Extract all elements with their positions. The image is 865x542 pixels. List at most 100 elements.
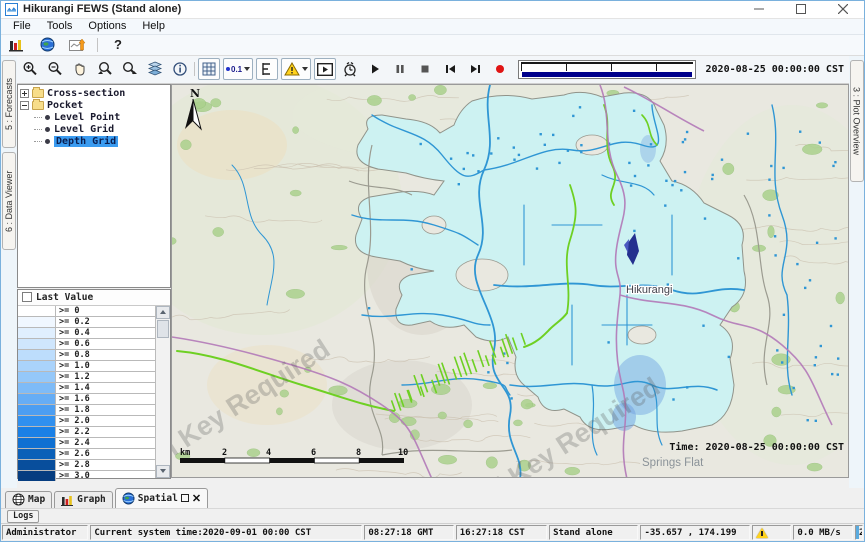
animation-settings-button[interactable] — [339, 58, 361, 80]
pan-button[interactable] — [69, 58, 91, 80]
legend-label: >= 2.6 — [56, 449, 90, 459]
zoom-in-button[interactable] — [19, 58, 41, 80]
legend-label: >= 1.8 — [56, 405, 90, 415]
tree-item-label: Level Point — [54, 112, 120, 123]
svg-text:2: 2 — [222, 448, 227, 458]
stop-icon — [419, 63, 431, 75]
warning-icon — [756, 528, 768, 538]
scroll-thumb[interactable] — [157, 320, 169, 338]
menu-options[interactable]: Options — [80, 20, 134, 32]
legend-row[interactable]: >= 1.0 — [18, 361, 155, 372]
scroll-up-button[interactable] — [156, 306, 170, 319]
layers-button[interactable] — [144, 58, 166, 80]
maximize-button[interactable] — [780, 1, 822, 18]
tree-item-level-point[interactable]: Level Point — [20, 112, 168, 124]
legend-swatch — [18, 449, 56, 459]
expand-icon[interactable] — [20, 89, 29, 98]
legend-swatch — [18, 306, 56, 316]
pause-button[interactable] — [389, 58, 411, 80]
zoom-in-icon — [22, 61, 38, 77]
legend-row[interactable]: >= 2.0 — [18, 416, 155, 427]
database-button[interactable] — [7, 36, 27, 54]
first-frame-button[interactable] — [439, 58, 461, 80]
legend-label: >= 2.0 — [56, 416, 90, 426]
last-value-checkbox[interactable] — [22, 292, 32, 302]
stop-button[interactable] — [414, 58, 436, 80]
tab-forecasts[interactable]: 5 : Forecasts — [2, 60, 16, 148]
map-view[interactable]: API Key Required API Key Required Hikura… — [171, 84, 849, 478]
minimize-button[interactable] — [738, 1, 780, 18]
tree-item-pocket[interactable]: Pocket — [20, 100, 168, 112]
logs-button[interactable]: Logs — [7, 510, 39, 523]
zoom-previous-button[interactable] — [94, 58, 116, 80]
play-button[interactable] — [364, 58, 386, 80]
animation-export-button[interactable] — [314, 58, 336, 80]
zoom-out-button[interactable] — [44, 58, 66, 80]
record-button[interactable] — [489, 58, 511, 80]
info-button[interactable] — [169, 58, 191, 80]
legend-row[interactable]: >= 1.8 — [18, 405, 155, 416]
legend-swatch — [18, 339, 56, 349]
tab-close-icon[interactable]: ✕ — [192, 492, 201, 505]
legend-row[interactable]: >= 2.2 — [18, 427, 155, 438]
tree-item-label: Pocket — [47, 100, 83, 111]
skip-to-start-icon — [444, 63, 457, 75]
legend-swatch — [18, 328, 56, 338]
legend-swatch — [18, 438, 56, 448]
collapse-icon[interactable] — [20, 101, 29, 110]
menu-help[interactable]: Help — [134, 20, 173, 32]
tree-item-level-grid[interactable]: Level Grid — [20, 124, 168, 136]
last-frame-button[interactable] — [464, 58, 486, 80]
legend-row[interactable]: >= 0.6 — [18, 339, 155, 350]
legend-row[interactable]: >= 0.2 — [18, 317, 155, 328]
current-time-display: 2020-08-25 00:00:00 CST — [703, 64, 847, 75]
scale-bar-toggle-button[interactable] — [256, 58, 278, 80]
info-icon — [172, 61, 188, 77]
menu-file[interactable]: File — [5, 20, 39, 32]
legend-row[interactable]: >= 1.2 — [18, 372, 155, 383]
map-canvas[interactable]: API Key Required API Key Required Hikura… — [172, 85, 849, 478]
legend-panel: Last Value >= 0 >= 0.2 >= 0.4 >= 0.6 >= … — [17, 289, 171, 479]
menu-tools[interactable]: Tools — [39, 20, 81, 32]
legend-row[interactable]: >= 0.8 — [18, 350, 155, 361]
zoom-next-button[interactable] — [119, 58, 141, 80]
timer-icon — [342, 61, 358, 77]
class-interval-dropdown[interactable]: 0.1 — [223, 58, 253, 80]
close-button[interactable] — [822, 1, 864, 18]
legend-row[interactable]: >= 1.4 — [18, 383, 155, 394]
tab-map[interactable]: Map — [5, 491, 52, 508]
legend-row[interactable]: >= 1.6 — [18, 394, 155, 405]
legend-row[interactable]: >= 2.8 — [18, 460, 155, 471]
legend-scrollbar[interactable] — [156, 306, 170, 478]
help-button[interactable]: ? — [108, 36, 128, 54]
tree-item-depth-grid[interactable]: Depth Grid — [20, 136, 168, 148]
timeseries-chart-icon — [69, 38, 86, 52]
tree-item-label: Level Grid — [54, 124, 114, 135]
tree-item-cross-section[interactable]: Cross-section — [20, 88, 168, 100]
tab-maximize-icon[interactable] — [181, 494, 189, 502]
scroll-track[interactable] — [156, 319, 170, 465]
time-slider[interactable] — [518, 60, 695, 79]
legend-row[interactable]: >= 2.6 — [18, 449, 155, 460]
tab-graph[interactable]: Graph — [54, 491, 113, 508]
legend-row[interactable]: >= 2.4 — [18, 438, 155, 449]
time-slider-ticks — [521, 62, 692, 71]
legend-row[interactable]: >= 0 — [18, 306, 155, 317]
tab-plot-overview[interactable]: 3 : Plot Overview — [850, 60, 864, 182]
time-slider-range-bar[interactable] — [522, 72, 691, 77]
map-display-button[interactable] — [37, 36, 57, 54]
tab-spatial[interactable]: Spatial ✕ — [115, 488, 208, 508]
warnings-dropdown[interactable] — [281, 58, 311, 80]
scroll-down-button[interactable] — [156, 465, 170, 478]
status-warning-cell[interactable] — [752, 525, 792, 540]
tab-graph-label: Graph — [77, 494, 106, 505]
legend-label: >= 2.8 — [56, 460, 90, 470]
zoom-previous-icon — [97, 61, 113, 77]
legend-row[interactable]: >= 0.4 — [18, 328, 155, 339]
grid-toggle-button[interactable] — [198, 58, 220, 80]
title-bar: Hikurangi FEWS (Stand alone) — [1, 1, 864, 19]
timeseries-button[interactable] — [67, 36, 87, 54]
tab-data-viewer[interactable]: 6 : Data Viewer — [2, 152, 16, 250]
map-time-label: Time: 2020-08-25 00:00:00 CST — [669, 441, 844, 453]
tree-item-label: Cross-section — [47, 88, 125, 99]
